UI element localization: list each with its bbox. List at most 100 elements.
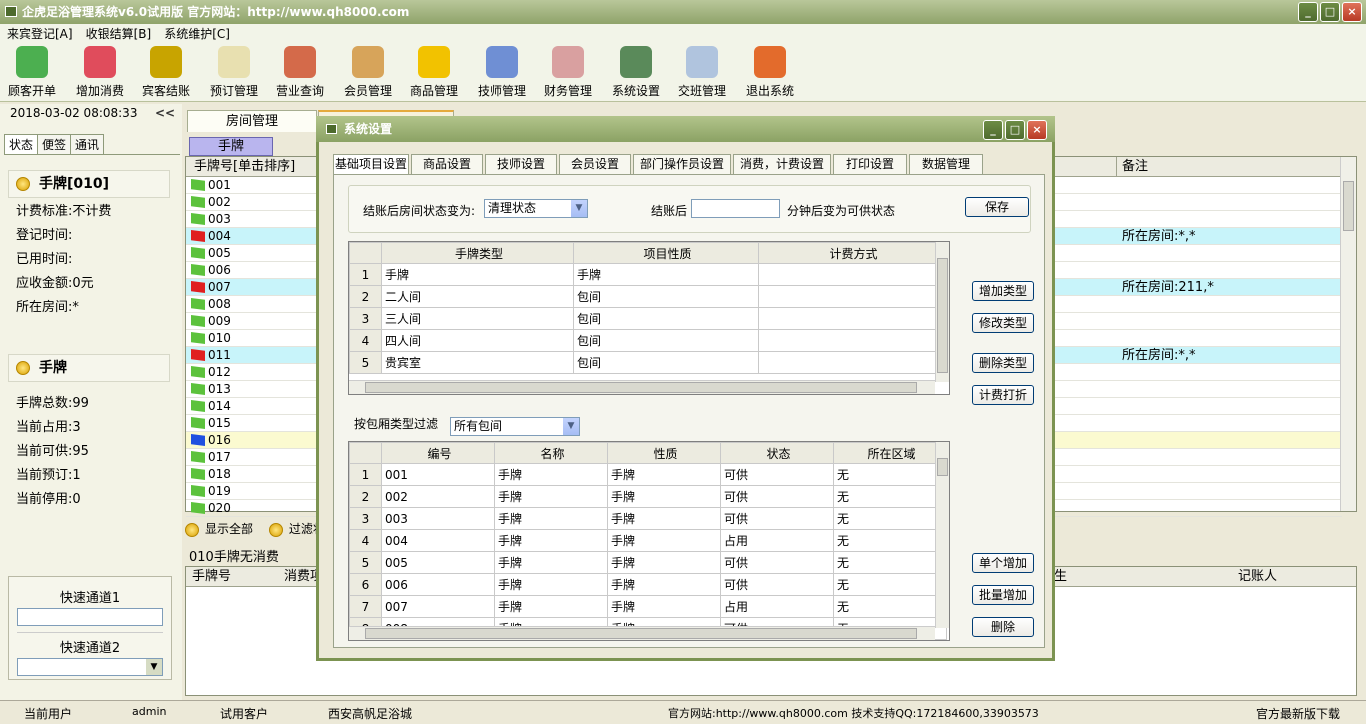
- system-settings-dialog: 系统设置 _ □ × 基础项目设置 商品设置 技师设置 会员设置 部门操作员设置 消费，计…: [316, 116, 1055, 661]
- dialog-tab-7[interactable]: 打印设置: [833, 154, 907, 174]
- toolbar-button-handshake[interactable]: 交班管理: [678, 46, 726, 99]
- toolbar-button-exit[interactable]: 退出系统: [746, 46, 794, 99]
- status-after-select[interactable]: 清理状态 ▼: [484, 199, 588, 218]
- delete-room-button[interactable]: 删除: [972, 617, 1034, 637]
- chevron-down-icon[interactable]: ▼: [563, 418, 579, 435]
- close-button[interactable]: ×: [1342, 2, 1362, 22]
- minutes-input[interactable]: [691, 199, 780, 218]
- col-consume-extra[interactable]: 生: [1054, 567, 1067, 587]
- dialog-tab-3[interactable]: 技师设置: [485, 154, 557, 174]
- menu-checkout[interactable]: 收银结算[B]: [86, 27, 152, 41]
- table-row[interactable]: 5 贵宾室 包间: [349, 351, 946, 374]
- add-type-button[interactable]: 增加类型: [972, 281, 1034, 301]
- save-button[interactable]: 保存: [965, 197, 1029, 217]
- grid-scrollbar[interactable]: [1340, 157, 1356, 511]
- type-table-hscroll[interactable]: [349, 380, 935, 394]
- minimize-button[interactable]: _: [1298, 2, 1318, 22]
- col-note[interactable]: 备注: [1122, 157, 1148, 177]
- toolbar-button-technician[interactable]: 技师管理: [478, 46, 526, 99]
- col-room-kind[interactable]: 性质: [607, 442, 721, 464]
- type-table-vscroll[interactable]: [935, 242, 949, 382]
- tab-notes[interactable]: 便签: [37, 134, 72, 154]
- type-cell: 包间: [573, 351, 759, 374]
- toolbar-button-members[interactable]: 会员管理: [344, 46, 392, 99]
- type-cell: 三人间: [381, 307, 574, 330]
- tab-room-management[interactable]: 房间管理: [187, 110, 317, 132]
- table-row[interactable]: 3 003 手牌 手牌 可供无: [349, 507, 947, 530]
- menu-guest-register[interactable]: 来宾登记[A]: [7, 27, 73, 41]
- subtab-tag[interactable]: 手牌: [189, 137, 273, 156]
- toolbar-label: 交班管理: [678, 84, 727, 98]
- table-row[interactable]: 3 三人间 包间: [349, 307, 946, 330]
- billing-discount-button[interactable]: 计费打折: [972, 385, 1034, 405]
- dialog-tab-5[interactable]: 部门操作员设置: [633, 154, 731, 174]
- col-room-id[interactable]: 编号: [381, 442, 495, 464]
- dialog-tab-1[interactable]: 基础项目设置: [333, 154, 409, 175]
- table-row[interactable]: 1 001 手牌 手牌 可供无: [349, 463, 947, 486]
- table-row[interactable]: 2 二人间 包间: [349, 285, 946, 308]
- col-room-area[interactable]: 所在区域: [833, 442, 947, 464]
- toolbar-button-star[interactable]: 商品管理: [410, 46, 458, 99]
- dialog-tab-2[interactable]: 商品设置: [411, 154, 483, 174]
- dialog-tab-8[interactable]: 数据管理: [909, 154, 983, 174]
- batch-add-button[interactable]: 批量增加: [972, 585, 1034, 605]
- filter-type-select[interactable]: 所有包间 ▼: [450, 417, 580, 436]
- room-table-vscroll[interactable]: [935, 442, 949, 628]
- flag-icon: [191, 502, 205, 514]
- tag-number: 016: [208, 433, 231, 447]
- col-type[interactable]: 手牌类型: [381, 242, 574, 264]
- room-table-hscroll[interactable]: [349, 626, 935, 640]
- dialog-tab-4[interactable]: 会员设置: [559, 154, 631, 174]
- dialog-maximize-button[interactable]: □: [1005, 120, 1025, 140]
- table-row[interactable]: 5 005 手牌 手牌 可供无: [349, 551, 947, 574]
- type-cell: [758, 351, 946, 374]
- info-line: 手牌总数:99: [16, 396, 89, 411]
- col-nature[interactable]: 项目性质: [573, 242, 759, 264]
- status-after-value: 清理状态: [488, 201, 537, 215]
- collapse-button[interactable]: <<: [155, 106, 175, 120]
- status-download[interactable]: 官方最新版下载: [1256, 705, 1340, 722]
- tab-status[interactable]: 状态: [4, 134, 39, 154]
- tab-comm[interactable]: 通讯: [70, 134, 105, 154]
- room-cell: 1: [349, 463, 382, 486]
- chevron-down-icon[interactable]: ▼: [571, 200, 587, 217]
- col-consume-tag[interactable]: 手牌号: [192, 567, 231, 587]
- quick-channel-2-select[interactable]: ▼: [17, 658, 163, 676]
- toolbar-button-person[interactable]: 顾客开单: [8, 46, 56, 99]
- toolbar-button-report[interactable]: 营业查询: [276, 46, 324, 99]
- dialog-tab-6[interactable]: 消费，计费设置: [733, 154, 831, 174]
- col-consume-clerk[interactable]: 记账人: [1238, 567, 1277, 587]
- table-row[interactable]: 7 007 手牌 手牌 占用无: [349, 595, 947, 618]
- toolbar-button-arrow-right[interactable]: 宾客结账: [142, 46, 190, 99]
- table-row[interactable]: 4 四人间 包间: [349, 329, 946, 352]
- chevron-down-icon[interactable]: ▼: [146, 659, 162, 675]
- toolbar-label: 财务管理: [544, 84, 593, 98]
- add-single-button[interactable]: 单个增加: [972, 553, 1034, 573]
- toolbar-button-plus-heart[interactable]: 增加消费: [76, 46, 124, 99]
- dialog-minimize-button[interactable]: _: [983, 120, 1003, 140]
- table-row[interactable]: 2 002 手牌 手牌 可供无: [349, 485, 947, 508]
- table-row[interactable]: 1 手牌 手牌: [349, 263, 946, 286]
- delete-type-button[interactable]: 删除类型: [972, 353, 1034, 373]
- quick-channel-1-input[interactable]: [17, 608, 163, 626]
- menu-system[interactable]: 系统维护[C]: [164, 27, 230, 41]
- table-row[interactable]: 6 006 手牌 手牌 可供无: [349, 573, 947, 596]
- dialog-close-button[interactable]: ×: [1027, 120, 1047, 140]
- col-billing[interactable]: 计费方式: [758, 242, 946, 264]
- toolbar-button-alarm-clock[interactable]: 预订管理: [210, 46, 258, 99]
- toolbar-button-settings-box[interactable]: 系统设置: [612, 46, 660, 99]
- show-all-button[interactable]: 显示全部: [185, 522, 259, 537]
- maximize-button[interactable]: □: [1320, 2, 1340, 22]
- toolbar-button-calculator[interactable]: 财务管理: [544, 46, 592, 99]
- room-cell: 手牌: [494, 507, 608, 530]
- room-cell: 占用: [720, 595, 834, 618]
- status-after-label: 结账后房间状态变为:: [363, 204, 476, 218]
- col-room-name[interactable]: 名称: [494, 442, 608, 464]
- table-row[interactable]: 4 004 手牌 手牌 占用无: [349, 529, 947, 552]
- col-tag-no[interactable]: 手牌号[单击排序]: [194, 157, 295, 177]
- edit-type-button[interactable]: 修改类型: [972, 313, 1034, 333]
- col-room-status[interactable]: 状态: [720, 442, 834, 464]
- type-cell: 二人间: [381, 285, 574, 308]
- tag-number: 005: [208, 246, 231, 260]
- coin-icon: [16, 177, 30, 191]
